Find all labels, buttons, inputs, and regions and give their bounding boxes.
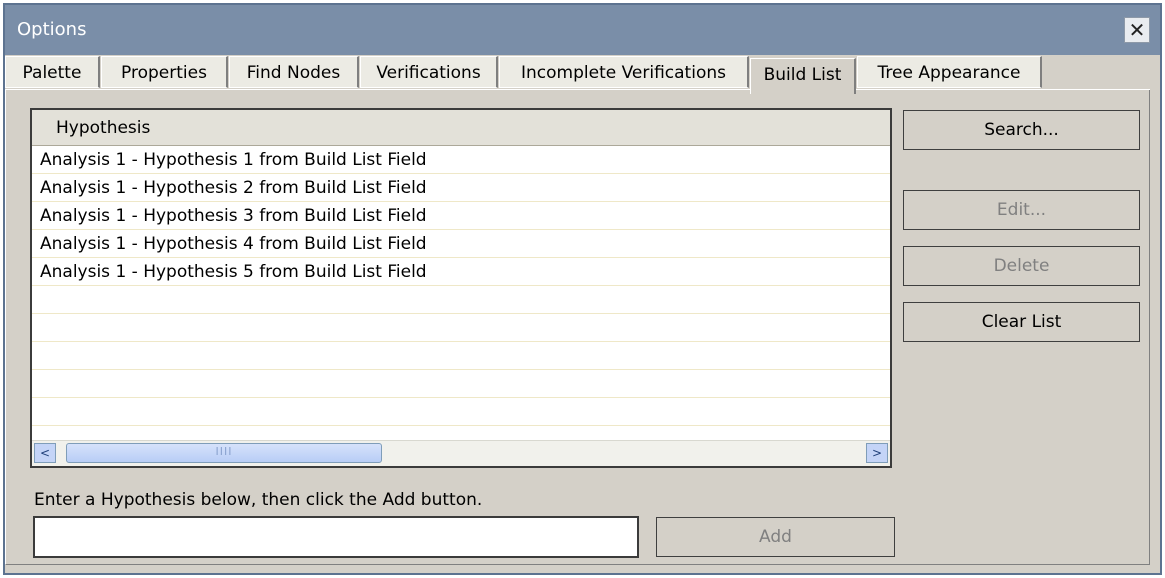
column-header-hypothesis[interactable]: Hypothesis bbox=[32, 110, 890, 146]
horizontal-scrollbar[interactable]: < IIII > bbox=[32, 440, 890, 466]
clear-list-button[interactable]: Clear List bbox=[903, 302, 1140, 342]
search-button[interactable]: Search... bbox=[903, 110, 1140, 150]
hypothesis-input[interactable] bbox=[33, 516, 639, 558]
list-item[interactable]: Analysis 1 - Hypothesis 3 from Build Lis… bbox=[32, 202, 890, 230]
list-item[interactable]: Analysis 1 - Hypothesis 4 from Build Lis… bbox=[32, 230, 890, 258]
tab-strip: Palette Properties Find Nodes Verificati… bbox=[5, 56, 1150, 94]
list-item-empty bbox=[32, 342, 890, 370]
title-bar[interactable]: Options ✕ bbox=[5, 5, 1160, 55]
list-rows: Analysis 1 - Hypothesis 1 from Build Lis… bbox=[32, 146, 890, 426]
scrollbar-thumb[interactable]: IIII bbox=[66, 443, 382, 463]
close-icon[interactable]: ✕ bbox=[1124, 17, 1150, 43]
delete-button[interactable]: Delete bbox=[903, 246, 1140, 286]
hypothesis-list[interactable]: Hypothesis Analysis 1 - Hypothesis 1 fro… bbox=[30, 108, 892, 468]
entry-instructions: Enter a Hypothesis below, then click the… bbox=[34, 490, 483, 510]
list-item-empty bbox=[32, 398, 890, 426]
scroll-right-icon[interactable]: > bbox=[866, 443, 888, 463]
add-button[interactable]: Add bbox=[656, 517, 895, 557]
list-item-empty bbox=[32, 286, 890, 314]
tab-palette[interactable]: Palette bbox=[5, 56, 100, 88]
list-item[interactable]: Analysis 1 - Hypothesis 1 from Build Lis… bbox=[32, 146, 890, 174]
tab-properties[interactable]: Properties bbox=[101, 56, 228, 88]
tab-build-list[interactable]: Build List bbox=[750, 58, 856, 94]
tab-verifications[interactable]: Verifications bbox=[360, 56, 498, 88]
list-item-empty bbox=[32, 314, 890, 342]
column-header-label: Hypothesis bbox=[56, 118, 151, 138]
list-item[interactable]: Analysis 1 - Hypothesis 2 from Build Lis… bbox=[32, 174, 890, 202]
tab-find-nodes[interactable]: Find Nodes bbox=[229, 56, 359, 88]
tab-tree-appearance[interactable]: Tree Appearance bbox=[857, 56, 1042, 88]
scroll-left-icon[interactable]: < bbox=[34, 443, 56, 463]
window-title: Options bbox=[17, 19, 87, 40]
edit-button[interactable]: Edit... bbox=[903, 190, 1140, 230]
list-item[interactable]: Analysis 1 - Hypothesis 5 from Build Lis… bbox=[32, 258, 890, 286]
list-item-empty bbox=[32, 370, 890, 398]
tab-incomplete-verifications[interactable]: Incomplete Verifications bbox=[499, 56, 749, 88]
